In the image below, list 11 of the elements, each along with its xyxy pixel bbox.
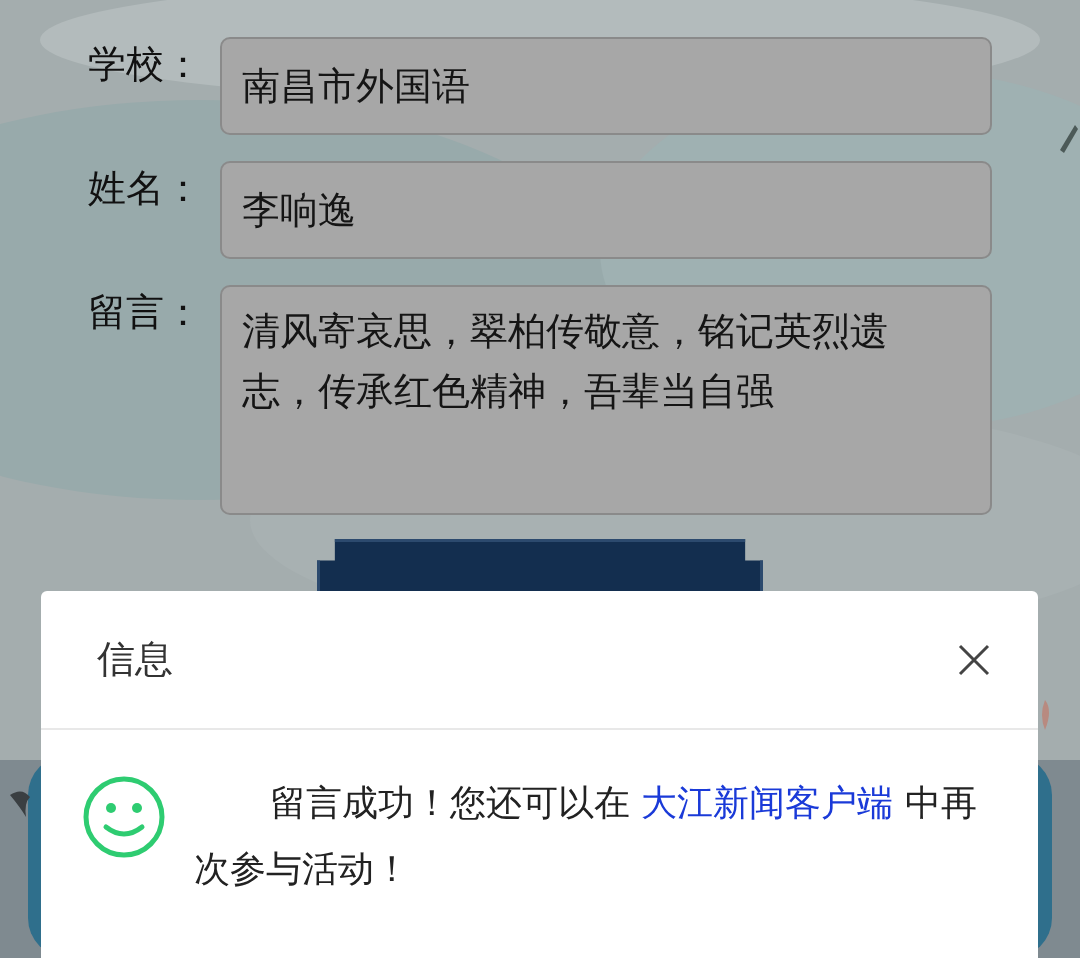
success-message: 留言成功！您还可以在 大江新闻客户端 中再次参与活动！ bbox=[194, 781, 978, 891]
input-field[interactable]: 李响逸 bbox=[220, 161, 992, 259]
dialog-title: 信息 bbox=[97, 636, 173, 683]
message-field[interactable]: 清风寄哀思，翠柏传敬意，铭记英烈遗志，传承红色精神，吾辈当自强 bbox=[220, 285, 992, 515]
input-field[interactable]: 南昌市外国语 bbox=[220, 37, 992, 135]
field-label: 学校： bbox=[88, 41, 203, 83]
close-icon[interactable] bbox=[958, 643, 990, 676]
smiley-icon bbox=[82, 775, 166, 859]
app-link[interactable]: 大江新闻客户端 bbox=[641, 782, 894, 823]
field-label: 留言： bbox=[88, 289, 203, 331]
field-label: 姓名： bbox=[88, 165, 203, 207]
